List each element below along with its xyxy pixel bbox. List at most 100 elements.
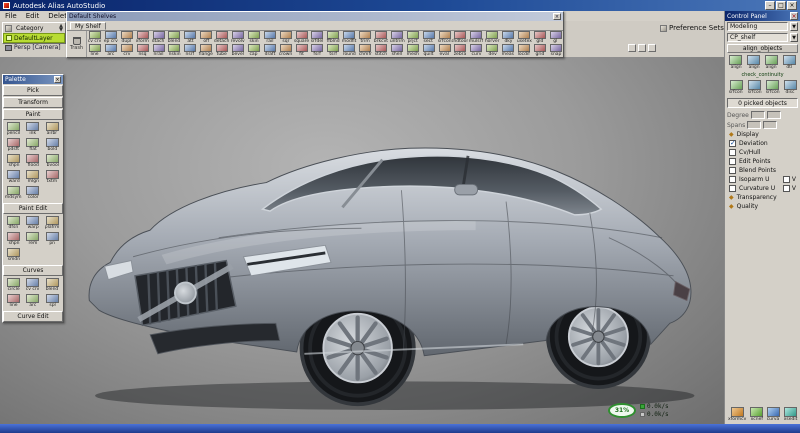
cp-bottom-tool[interactable]: curva — [766, 407, 780, 422]
control-panel-close-icon[interactable]: × — [790, 12, 798, 20]
shelf-tool[interactable]: fit — [294, 44, 310, 57]
shelf-tool[interactable]: crown — [278, 44, 294, 57]
shelf-tool[interactable]: line — [87, 44, 103, 57]
palette-tool[interactable]: mlgn — [23, 169, 42, 185]
shelf-tool[interactable]: round — [341, 44, 357, 57]
shelf-tool[interactable]: dev — [484, 44, 500, 57]
menu-item[interactable]: File — [5, 12, 17, 20]
viewport-menu-icon[interactable] — [648, 44, 656, 52]
option-checkbox[interactable] — [729, 167, 736, 174]
surface-tool[interactable]: srfcon — [728, 80, 743, 95]
shelf-tool[interactable]: nrail — [151, 44, 167, 57]
shelf-tool[interactable]: brkcvt — [373, 31, 389, 44]
palette-tool[interactable]: bvool — [43, 153, 62, 169]
palette-tool[interactable]: pdsft — [4, 137, 23, 153]
maximize-button[interactable]: □ — [776, 1, 786, 10]
menu-item[interactable]: Edit — [26, 12, 40, 20]
tab-align-objects[interactable]: align_objects — [727, 44, 798, 53]
palette-tool[interactable]: rem — [23, 231, 42, 247]
align-tool[interactable]: align — [765, 55, 778, 70]
degree-value-v[interactable] — [767, 111, 781, 119]
display-option-row[interactable]: Isoparm U V — [725, 175, 800, 184]
palette-tool[interactable]: warp — [23, 215, 42, 231]
shelf-tool[interactable]: curv — [468, 44, 484, 57]
cp-shelf-dropdown[interactable]: CP_shelf — [727, 33, 788, 42]
option-suffix-checkbox[interactable] — [783, 185, 790, 192]
palette-tool[interactable]: circle — [4, 277, 23, 293]
option-checkbox[interactable] — [729, 158, 736, 165]
shelf-tool[interactable]: trim — [357, 31, 373, 44]
quality-toggle[interactable]: ◆ Quality — [725, 202, 800, 211]
palette-tool[interactable]: airbr — [43, 121, 62, 137]
shelf-tool[interactable]: shdtoon — [452, 31, 468, 44]
option-checkbox[interactable] — [729, 140, 736, 147]
layer-item-defaultlayer[interactable]: DefaultLayer — [3, 33, 65, 43]
palette-tool[interactable]: arc — [23, 293, 42, 309]
shelf-tool[interactable]: nsq — [135, 44, 151, 57]
palette-tool[interactable]: ink — [23, 121, 42, 137]
cp-bottom-tool[interactable]: xformcv — [727, 407, 747, 422]
palette-tool[interactable]: line — [4, 293, 23, 309]
shelf-tool[interactable]: modfit — [341, 31, 357, 44]
shelf-tool[interactable]: nskin — [166, 44, 182, 57]
shelf-tab-my-shelf[interactable]: My Shelf — [70, 22, 106, 30]
shelf-tool[interactable]: gl — [548, 31, 563, 44]
degree-value-u[interactable] — [751, 111, 765, 119]
perspective-viewport[interactable] — [0, 57, 724, 424]
palette-section-button[interactable]: Paint — [3, 109, 63, 120]
palette-tool[interactable]: dfsn — [4, 215, 23, 231]
palette-tool[interactable]: blend — [43, 277, 62, 293]
shelf-tool[interactable]: snap — [548, 44, 563, 57]
display-option-row[interactable]: Cv/Hull — [725, 148, 800, 157]
palette-section-button[interactable]: Pick — [3, 85, 63, 96]
shelf-tool[interactable]: untrim — [389, 31, 405, 44]
shelf-tool[interactable]: tube — [214, 44, 230, 57]
shelf-tool[interactable]: eval — [437, 44, 453, 57]
palette-tool[interactable]: mdsym — [4, 185, 23, 201]
shelf-tool[interactable]: locdif — [516, 44, 532, 57]
spans-value-v[interactable] — [763, 121, 777, 129]
cp-bottom-tool[interactable]: xcnef — [750, 407, 764, 422]
taskbar[interactable] — [0, 424, 800, 433]
option-checkbox[interactable] — [729, 149, 736, 156]
palette-section-button[interactable]: Transform — [3, 97, 63, 108]
shelf-tool[interactable]: blend — [166, 31, 182, 44]
mode-dropdown-arrow-icon[interactable]: ▼ — [790, 22, 798, 31]
display-option-row[interactable]: Deviation — [725, 139, 800, 148]
palette-tool[interactable]: plafrm — [43, 215, 62, 231]
control-panel-titlebar[interactable]: Control Panel × — [725, 11, 800, 21]
align-tool[interactable]: dtl — [783, 55, 796, 70]
surface-tool[interactable]: disc — [784, 80, 797, 95]
shelves-titlebar[interactable]: Default Shelves × — [67, 12, 563, 21]
check-continuity-button[interactable]: check_continuity — [725, 71, 800, 79]
shelf-tool[interactable]: shell — [389, 44, 405, 57]
shelf-tool[interactable]: arc — [103, 44, 119, 57]
palette-close-icon[interactable]: × — [54, 76, 61, 83]
preference-sets-label[interactable]: Preference Sets — [660, 24, 724, 32]
shelf-tool[interactable]: horver — [484, 31, 500, 44]
palette-tool[interactable]: flood — [23, 153, 42, 169]
shelf-tool[interactable]: fsrf — [309, 44, 325, 57]
palette-titlebar[interactable]: Palette × — [3, 75, 63, 84]
shelf-tool[interactable]: detach — [214, 31, 230, 44]
palette-tool[interactable]: spl — [43, 293, 62, 309]
shelf-tool[interactable]: cv crv — [87, 31, 103, 44]
shelf-tool[interactable]: square — [294, 31, 310, 44]
palette-section-curves[interactable]: Curves — [3, 265, 63, 276]
palette-tool[interactable]: color — [23, 185, 42, 201]
shelf-tool[interactable]: flange — [198, 44, 214, 57]
option-suffix-checkbox[interactable] — [783, 176, 790, 183]
shelf-tool[interactable]: chmfr — [357, 44, 373, 57]
surface-tool[interactable]: srfcon — [765, 80, 780, 95]
cp-shelf-dropdown-arrow-icon[interactable]: ▼ — [790, 33, 798, 42]
palette-tool[interactable]: ward — [4, 169, 23, 185]
category-sort-icons[interactable]: ▲▼ — [59, 24, 63, 32]
spans-value-u[interactable] — [747, 121, 761, 129]
persp-camera-label[interactable]: Persp [Camera] — [5, 44, 61, 51]
option-checkbox[interactable] — [729, 176, 736, 183]
shelf-tool[interactable]: ep crv — [103, 31, 119, 44]
palette-tool[interactable]: shpn — [4, 231, 23, 247]
shelf-tool[interactable]: tsrf — [325, 44, 341, 57]
shelf-tool[interactable]: crv — [119, 44, 135, 57]
shelf-tool[interactable]: xform — [135, 31, 151, 44]
